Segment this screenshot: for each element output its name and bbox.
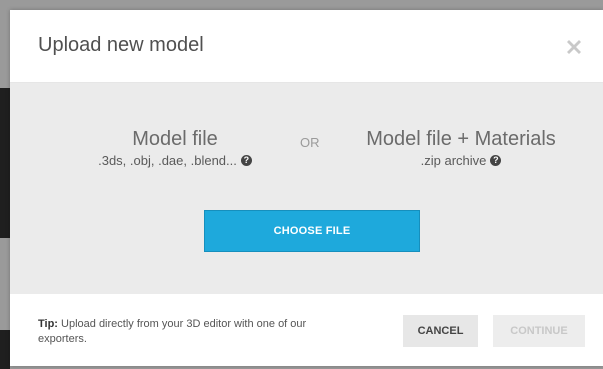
cancel-button[interactable]: CANCEL (403, 315, 478, 347)
tip-body: Upload directly from your 3D editor with… (38, 318, 307, 345)
choose-file-button[interactable]: CHOOSE FILE (204, 210, 420, 252)
file-drop-area[interactable]: Model file .3ds, .obj, .dae, .blend... ?… (10, 83, 603, 294)
close-icon[interactable] (563, 36, 585, 58)
question-circle-icon[interactable]: ? (240, 155, 252, 166)
or-separator: OR (300, 135, 320, 150)
modal-footer: Tip: Upload directly from your 3D editor… (10, 294, 603, 366)
backdrop (0, 330, 10, 369)
continue-button[interactable]: CONTINUE (493, 315, 585, 347)
zip-archive-text: .zip archive (420, 153, 487, 168)
upload-modal: Upload new model Model file .3ds, .obj, … (10, 10, 603, 366)
question-circle-icon[interactable]: ? (490, 155, 502, 166)
model-file-formats: .3ds, .obj, .dae, .blend... ? (98, 153, 252, 168)
model-materials-option: Model file + Materials .zip archive ? (354, 127, 568, 170)
tip-text: Tip: Upload directly from your 3D editor… (38, 317, 338, 347)
model-file-option: Model file .3ds, .obj, .dae, .blend... ? (80, 127, 270, 170)
formats-text: .3ds, .obj, .dae, .blend... (98, 153, 237, 168)
modal-title: Upload new model (38, 34, 204, 56)
zip-archive-note: .zip archive ? (421, 153, 502, 168)
backdrop (0, 88, 10, 238)
tip-label: Tip: (38, 318, 58, 330)
model-materials-title: Model file + Materials (366, 128, 556, 150)
model-file-title: Model file (132, 128, 218, 150)
modal-header: Upload new model (10, 10, 603, 83)
